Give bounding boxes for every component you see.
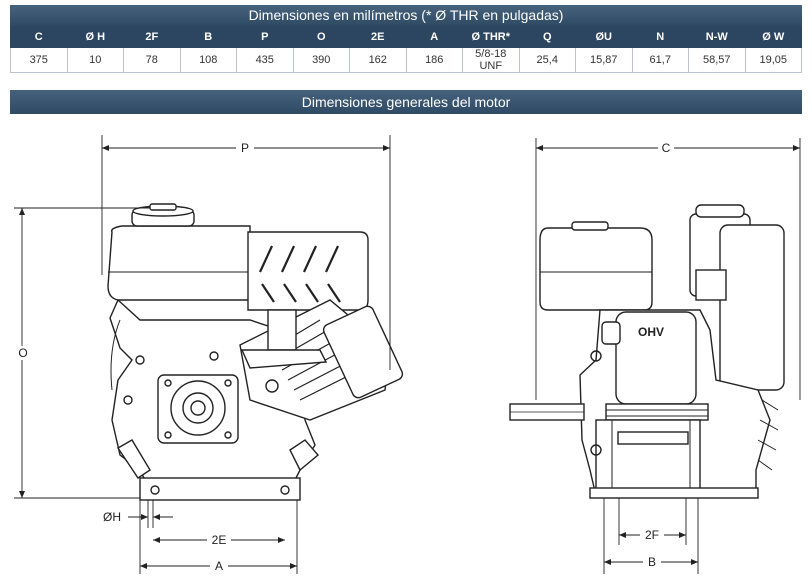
dimension-label-b: B	[648, 555, 656, 569]
front-view-engine	[107, 203, 404, 501]
side-view-engine	[509, 204, 785, 499]
dimension-label-o: O	[18, 346, 27, 360]
dimension-label-p: P	[241, 141, 249, 155]
dimension-label-2f: 2F	[645, 528, 659, 542]
dimension-label-c: C	[662, 141, 671, 155]
dimension-label-a: A	[215, 559, 223, 573]
dimension-label-h: ØH	[103, 510, 121, 524]
engine-drawing: P O ØH 2E A OHV C 2F B	[14, 135, 801, 574]
dimension-label-2e: 2E	[212, 533, 227, 547]
ohv-label: OHV	[638, 325, 664, 339]
